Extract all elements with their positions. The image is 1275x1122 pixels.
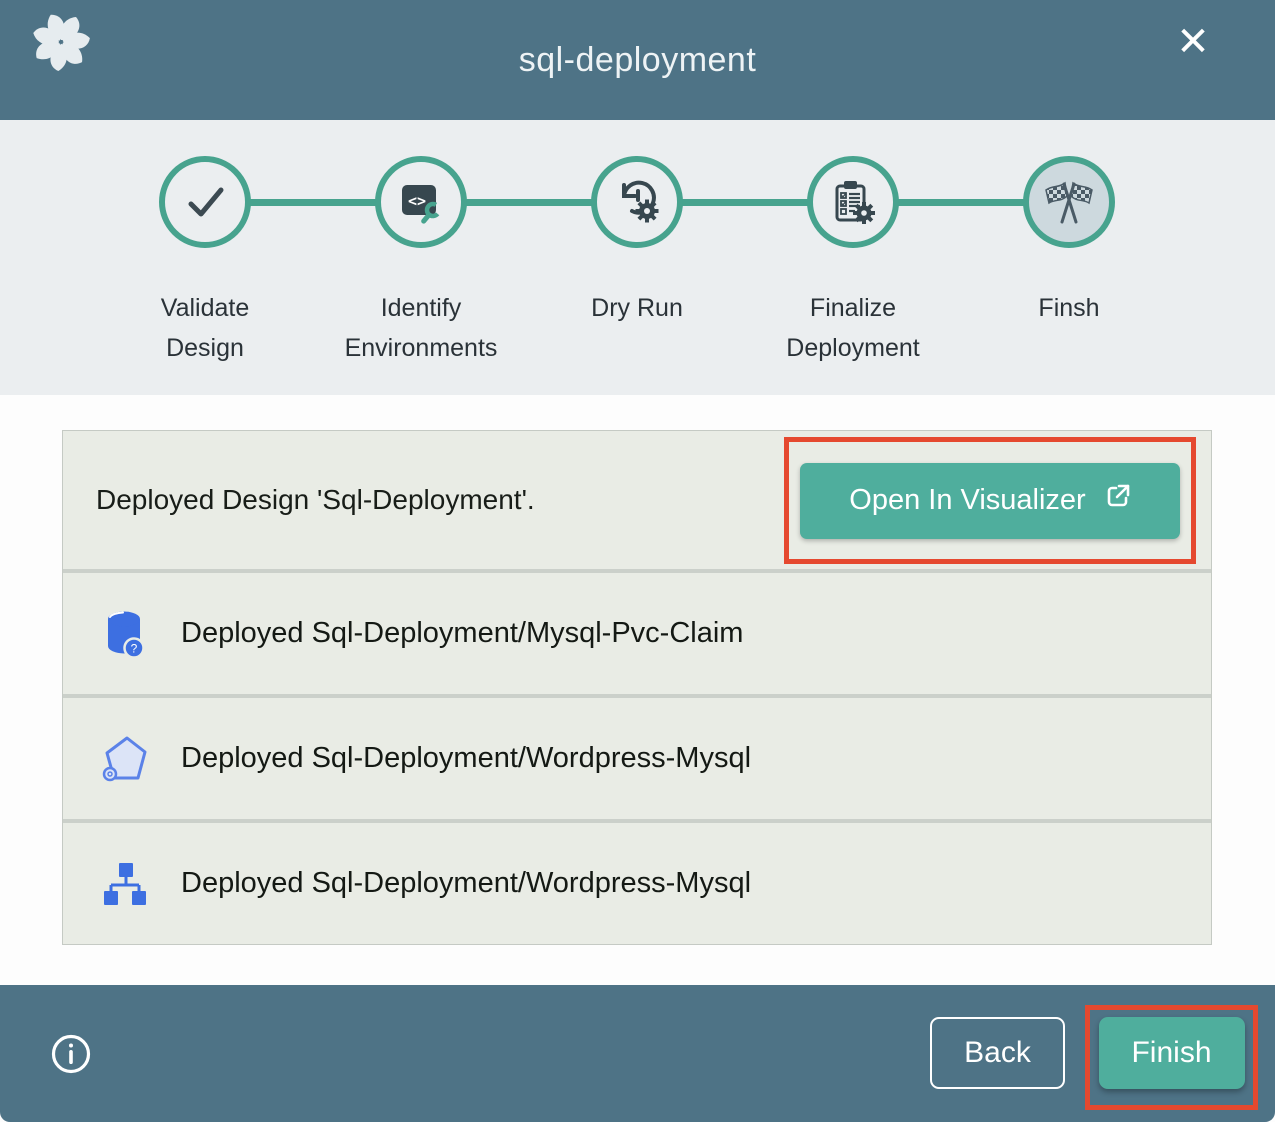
page-title: sql-deployment — [0, 0, 1275, 120]
finish-highlight-box: Finish — [1085, 1005, 1258, 1110]
check-icon — [159, 156, 251, 248]
hierarchy-icon — [99, 856, 151, 912]
finish-button[interactable]: Finish — [1099, 1017, 1245, 1089]
step-finalize-deployment: FinalizeDeployment — [745, 156, 961, 368]
step-label: FinalizeDeployment — [786, 288, 919, 368]
open-in-visualizer-label: Open In Visualizer — [849, 484, 1085, 517]
step-validate-design: ValidateDesign — [97, 156, 313, 368]
modal-footer: Back Finish — [0, 985, 1275, 1122]
clipboard-gear-icon — [807, 156, 899, 248]
step-identify-environments: <> IdentifyEnvironments — [313, 156, 529, 368]
dry-run-icon — [591, 156, 683, 248]
step-label: Dry Run — [591, 288, 683, 328]
code-wrench-icon: <> — [375, 156, 467, 248]
deployed-resource-text: Deployed Sql-Deployment/Mysql-Pvc-Claim — [181, 617, 743, 650]
step-label: IdentifyEnvironments — [345, 288, 498, 368]
pentagon-icon — [99, 731, 151, 787]
deployment-results-card: Deployed Design 'Sql-Deployment'. Open I… — [62, 430, 1212, 945]
deployment-stepper: ValidateDesign <> IdentifyEnvironmen — [0, 120, 1275, 395]
deployment-modal: sql-deployment ✕ ValidateDesign — [0, 0, 1275, 1122]
deployed-resource-text: Deployed Sql-Deployment/Wordpress-Mysql — [181, 742, 751, 775]
deployed-resource-row: Deployed Sql-Deployment/Wordpress-Mysql — [63, 823, 1211, 944]
open-in-visualizer-button[interactable]: Open In Visualizer — [800, 463, 1180, 539]
step-finish: Finsh — [961, 156, 1177, 368]
design-result-message: Deployed Design 'Sql-Deployment'. — [96, 484, 535, 516]
deployed-resource-row: Deployed Sql-Deployment/Wordpress-Mysql — [63, 698, 1211, 819]
visualizer-highlight-box: Open In Visualizer — [784, 437, 1196, 564]
design-result-row: Deployed Design 'Sql-Deployment'. Open I… — [63, 431, 1211, 569]
database-icon: ? — [99, 606, 151, 662]
svg-text:<>: <> — [408, 192, 426, 210]
deployed-resource-row: ? Deployed Sql-Deployment/Mysql-Pvc-Clai… — [63, 573, 1211, 694]
close-icon[interactable]: ✕ — [1167, 16, 1219, 68]
external-link-icon — [1104, 483, 1131, 518]
step-label: Finsh — [1038, 288, 1099, 328]
step-dry-run: Dry Run — [529, 156, 745, 368]
checkered-flags-icon — [1023, 156, 1115, 248]
modal-header: sql-deployment ✕ — [0, 0, 1275, 120]
back-button[interactable]: Back — [930, 1017, 1065, 1089]
step-label: ValidateDesign — [161, 288, 250, 368]
deployed-resource-text: Deployed Sql-Deployment/Wordpress-Mysql — [181, 867, 751, 900]
info-icon[interactable] — [50, 1033, 92, 1075]
svg-text:?: ? — [131, 641, 138, 655]
